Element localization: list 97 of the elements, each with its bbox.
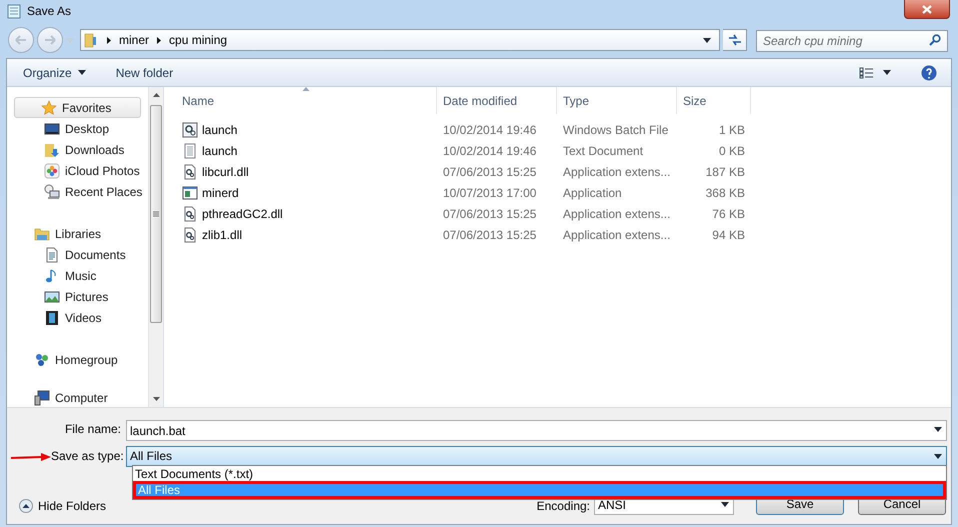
film-strip-icon — [44, 310, 60, 326]
new-folder-button[interactable]: New folder — [116, 64, 174, 82]
scroll-down-icon[interactable] — [152, 397, 160, 401]
nav-item[interactable]: Music — [7, 265, 148, 286]
computer-icon — [34, 390, 50, 406]
column-header[interactable]: Type — [557, 87, 677, 114]
close-button[interactable] — [904, 0, 950, 19]
save-type-dropdown[interactable]: All Files — [126, 446, 947, 466]
nav-item[interactable]: Computer — [7, 387, 148, 407]
type-cell-text: Text Document — [562, 142, 644, 160]
size-cell-text: 1 KB — [718, 122, 746, 138]
address-dropdown-icon — [703, 38, 711, 42]
refresh-button[interactable] — [723, 29, 747, 51]
gear-document-icon — [182, 206, 198, 222]
star-icon — [41, 100, 57, 116]
column-header[interactable]: Date modified — [437, 87, 557, 114]
field-label: Encoding: — [536, 498, 590, 515]
file-name[interactable]: minerd — [202, 184, 239, 202]
date-cell-text: 10/02/2014 19:46 — [442, 122, 538, 138]
nav-item[interactable]: Favorites — [14, 97, 141, 118]
breadcrumb-item[interactable]: miner — [119, 31, 150, 49]
view-dropdown-icon — [883, 70, 891, 75]
breadcrumb-item[interactable]: cpu mining — [169, 31, 228, 49]
type-cell-text: Application extens... — [562, 226, 672, 244]
nav-item[interactable]: Desktop — [7, 118, 148, 139]
file-name[interactable]: launch — [202, 142, 238, 160]
type-cell-text: Application extens... — [562, 164, 672, 180]
size-cell-text: 76 KB — [711, 206, 746, 222]
save-type-dropdown-icon — [934, 454, 942, 458]
gear-file-icon — [182, 122, 198, 138]
recent-places-icon — [44, 184, 60, 200]
window-title: Save As — [27, 3, 72, 20]
collapse-up-icon — [19, 499, 33, 513]
view-options-icon[interactable] — [859, 66, 873, 78]
folder-download-icon — [44, 142, 60, 158]
sort-arrow-icon — [302, 87, 310, 91]
nav-item[interactable]: Libraries — [7, 223, 148, 244]
size-cell-text: 368 KB — [704, 184, 746, 202]
date-cell-text: 10/07/2013 17:00 — [442, 184, 538, 202]
date-cell-text: 07/06/2013 15:25 — [442, 206, 538, 222]
nav-item[interactable]: iCloud Photos — [7, 160, 148, 181]
text-file-icon — [182, 142, 198, 158]
size-cell-text: 0 KB — [718, 142, 746, 160]
size-cell-text: 94 KB — [711, 226, 746, 244]
back-arrow-icon — [15, 35, 27, 45]
nav-item[interactable]: Recent Places — [7, 181, 148, 202]
date-cell-text: 07/06/2013 15:25 — [442, 164, 538, 180]
homegroup-icon — [34, 352, 50, 368]
chevron-icon — [107, 36, 111, 44]
file-name-dropdown-icon — [934, 426, 942, 432]
file-name-field[interactable]: launch.bat — [126, 420, 947, 441]
type-cell-text: Application extens... — [562, 206, 672, 222]
column-header[interactable]: Size — [677, 87, 751, 114]
field-label: File name: — [64, 421, 122, 438]
gear-document-icon — [182, 226, 198, 242]
nav-item[interactable]: Downloads — [7, 139, 148, 160]
caret-icon — [78, 70, 86, 75]
column-header[interactable]: Name — [176, 87, 437, 114]
scrollbar[interactable] — [148, 87, 163, 407]
field-label: Save as type: — [51, 448, 125, 465]
date-cell-text: 07/06/2013 15:25 — [442, 226, 538, 244]
document-icon — [44, 246, 60, 262]
folder-icon — [34, 226, 50, 242]
size-cell-text: 187 KB — [704, 164, 746, 180]
annotation-arrow — [11, 453, 51, 461]
nav-item[interactable]: Homegroup — [7, 349, 148, 370]
flower-icon — [44, 162, 60, 178]
folder-icon — [83, 32, 99, 48]
monitor-icon — [44, 120, 60, 136]
file-name[interactable]: launch — [202, 120, 238, 138]
file-name[interactable]: zlib1.dll — [202, 226, 242, 244]
notepad-icon — [6, 3, 22, 19]
file-type-option[interactable]: Text Documents (*.txt) — [133, 466, 946, 481]
address-bar[interactable]: miner cpu mining — [80, 29, 720, 51]
nav-item[interactable]: Videos — [7, 307, 148, 328]
close-icon — [922, 4, 932, 14]
chevron-icon — [157, 36, 162, 44]
file-name[interactable]: pthreadGC2.dll — [202, 204, 283, 222]
file-name[interactable]: libcurl.dll — [202, 162, 249, 180]
gear-document-icon — [182, 164, 198, 180]
scroll-up-icon[interactable] — [152, 93, 160, 97]
search-field[interactable]: Search cpu mining — [756, 30, 948, 52]
date-cell-text: 10/02/2014 19:46 — [442, 142, 538, 160]
type-cell-text: Application — [562, 184, 623, 202]
help-icon[interactable] — [921, 64, 937, 80]
hide-folders-button[interactable]: Hide Folders — [19, 497, 106, 515]
type-cell-text: Windows Batch File — [562, 122, 670, 138]
nav-item[interactable]: Documents — [7, 244, 148, 265]
search-icon — [929, 34, 941, 46]
refresh-arrows-icon — [728, 34, 742, 46]
scroll-thumb[interactable] — [150, 105, 162, 323]
nav-item[interactable]: Pictures — [7, 286, 148, 307]
landscape-icon — [44, 288, 60, 304]
encoding-dropdown-icon — [721, 502, 729, 507]
application-window-icon — [182, 184, 198, 200]
forward-arrow-icon — [44, 35, 56, 45]
organize-menu[interactable]: Organize — [23, 64, 86, 82]
